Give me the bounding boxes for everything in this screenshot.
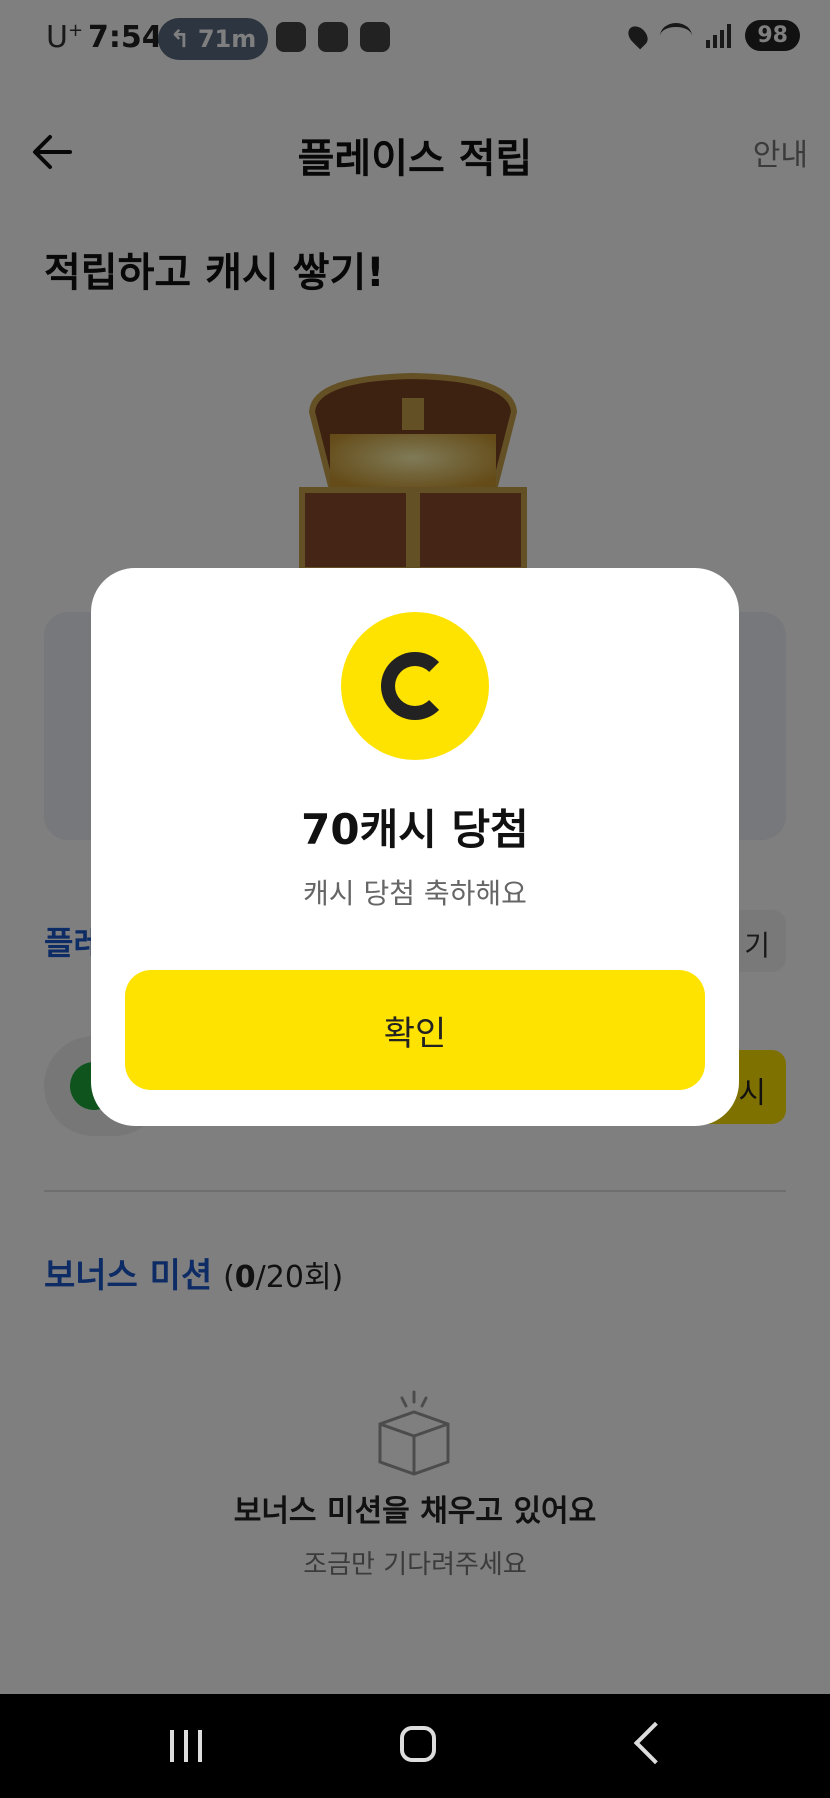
cash-c-icon	[381, 652, 449, 720]
reward-dialog: 70캐시 당첨 캐시 당첨 축하해요 확인	[91, 568, 739, 1126]
dialog-subtitle: 캐시 당첨 축하해요	[303, 877, 527, 910]
home-icon[interactable]	[400, 1726, 436, 1762]
confirm-button[interactable]: 확인	[125, 970, 705, 1090]
system-nav-bar	[0, 1694, 830, 1798]
recent-apps-icon[interactable]	[170, 1730, 202, 1762]
app-screen: U+ 7:54 ↰ 71m 98 플레이스 적립 안내 적립하고 캐시 쌓기!	[0, 0, 830, 1694]
dialog-title: 70캐시 당첨	[301, 805, 529, 854]
system-back-icon[interactable]	[633, 1721, 677, 1765]
cash-coin-icon	[341, 612, 489, 760]
